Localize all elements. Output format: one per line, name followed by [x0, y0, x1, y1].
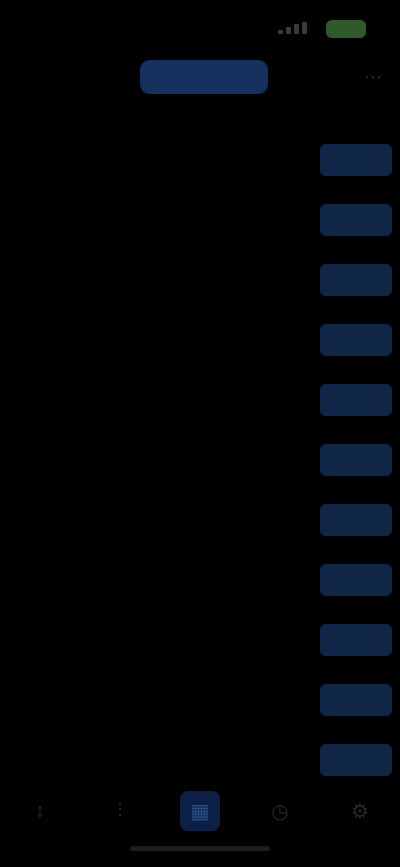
- row-subtitle: [8, 528, 158, 544]
- list-item[interactable]: [0, 370, 400, 430]
- symbol-code: [8, 264, 66, 286]
- row-subtitle: [8, 408, 158, 424]
- row-subtitle: [8, 708, 158, 724]
- change-value: [66, 264, 128, 286]
- symbol-code: [8, 744, 66, 766]
- price-button[interactable]: [320, 384, 392, 416]
- list-item[interactable]: [0, 730, 400, 790]
- symbol-code: [8, 444, 66, 466]
- symbol-code: [8, 204, 66, 226]
- trade-icon[interactable]: ▦: [180, 791, 220, 831]
- price-button[interactable]: [320, 324, 392, 356]
- price-button[interactable]: [320, 264, 392, 296]
- list-item[interactable]: [0, 130, 400, 190]
- change-value: [66, 324, 128, 346]
- change-value: [66, 504, 128, 526]
- header: ⋯: [0, 56, 400, 100]
- list-item[interactable]: [0, 670, 400, 730]
- status-bar: [0, 0, 400, 56]
- row-subtitle: [8, 168, 158, 184]
- change-value: [66, 684, 128, 706]
- list-item[interactable]: [0, 550, 400, 610]
- section-title: [10, 102, 70, 124]
- more-icon[interactable]: ⋯: [358, 66, 388, 88]
- change-value: [66, 564, 128, 586]
- price-button[interactable]: [320, 744, 392, 776]
- row-subtitle: [8, 288, 158, 304]
- row-subtitle: [8, 468, 158, 484]
- price-button[interactable]: [320, 144, 392, 176]
- status-time: [46, 17, 102, 39]
- quote-list: [0, 130, 400, 790]
- tab-bar: ↕ ⫶ ▦ ◷ ⚙: [0, 786, 400, 836]
- list-item[interactable]: [0, 190, 400, 250]
- change-value: [66, 204, 128, 226]
- row-subtitle: [8, 228, 158, 244]
- row-subtitle: [8, 348, 158, 364]
- list-item[interactable]: [0, 610, 400, 670]
- price-button[interactable]: [320, 684, 392, 716]
- price-button[interactable]: [320, 564, 392, 596]
- row-subtitle: [8, 648, 158, 664]
- price-button[interactable]: [320, 444, 392, 476]
- list-item[interactable]: [0, 250, 400, 310]
- symbol-code: [8, 504, 66, 526]
- change-value: [66, 144, 128, 166]
- segment-control[interactable]: [140, 60, 268, 94]
- price-button[interactable]: [320, 204, 392, 236]
- list-item[interactable]: [0, 310, 400, 370]
- change-value: [66, 444, 128, 466]
- symbol-code: [8, 324, 66, 346]
- symbol-code: [8, 564, 66, 586]
- home-indicator: [130, 846, 270, 851]
- watchlist-icon[interactable]: ↕: [20, 791, 60, 831]
- list-item[interactable]: [0, 430, 400, 490]
- settings-icon[interactable]: ⚙: [340, 791, 380, 831]
- change-value: [66, 624, 128, 646]
- symbol-code: [8, 684, 66, 706]
- chart-icon[interactable]: ⫶: [100, 791, 140, 831]
- price-button[interactable]: [320, 624, 392, 656]
- change-value: [66, 744, 128, 766]
- change-value: [66, 384, 128, 406]
- price-button[interactable]: [320, 504, 392, 536]
- symbol-code: [8, 144, 66, 166]
- battery-icon: [326, 20, 366, 38]
- history-icon[interactable]: ◷: [260, 791, 300, 831]
- symbol-code: [8, 384, 66, 406]
- row-subtitle: [8, 588, 158, 604]
- signal-icon: [278, 22, 318, 34]
- symbol-code: [8, 624, 66, 646]
- list-item[interactable]: [0, 490, 400, 550]
- row-subtitle: [8, 768, 158, 784]
